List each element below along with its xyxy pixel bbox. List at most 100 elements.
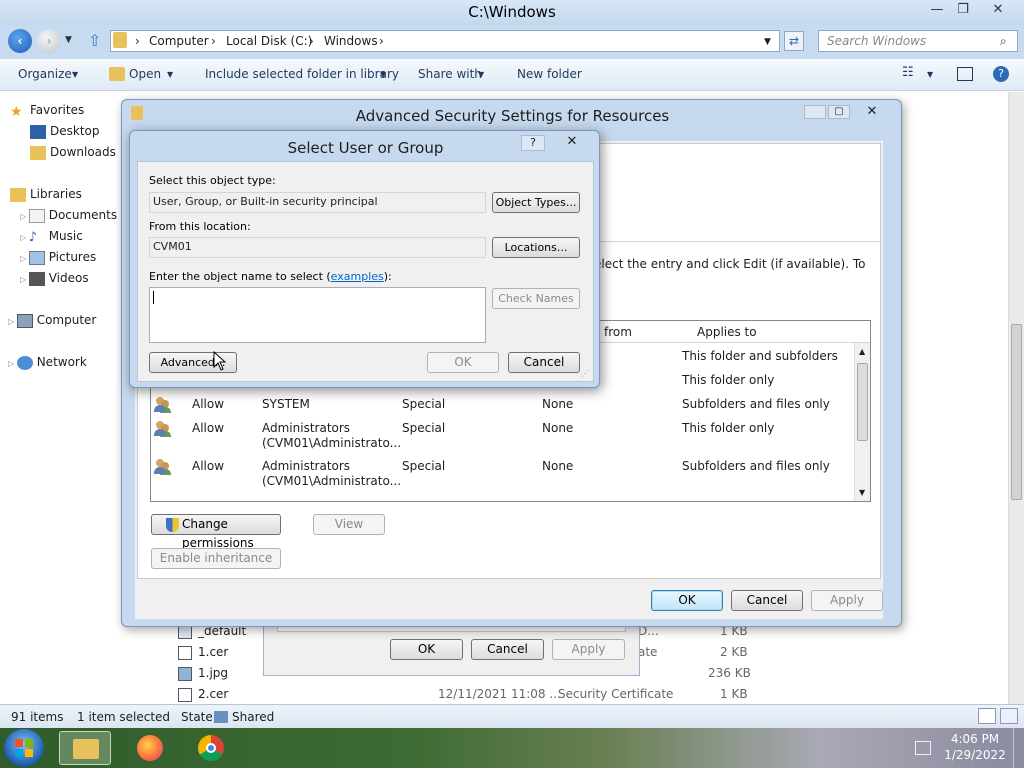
network-tray-icon[interactable] (915, 741, 931, 755)
maximize-button[interactable]: ▢ (828, 105, 850, 119)
minimize-button[interactable] (804, 105, 826, 119)
nav-favorites[interactable]: ★ Favorites (10, 103, 84, 120)
taskbar-chrome[interactable] (186, 731, 238, 765)
nav-desktop[interactable]: Desktop (30, 124, 100, 139)
start-button[interactable] (4, 729, 44, 767)
state-value: Shared (232, 710, 275, 724)
object-name-input[interactable] (149, 287, 486, 343)
details-view-icon[interactable] (978, 708, 996, 724)
vertical-scrollbar[interactable] (1008, 92, 1024, 704)
close-button[interactable]: ✕ (985, 1, 1011, 19)
close-button[interactable]: ✕ (558, 133, 586, 151)
address-bar[interactable]: › Computer › Local Disk (C:) › Windows ›… (110, 30, 780, 52)
expand-arrow-icon[interactable]: ▷ (20, 233, 29, 242)
breadcrumb-computer[interactable]: Computer (149, 31, 209, 51)
shared-users-icon (214, 711, 228, 723)
address-dropdown-icon[interactable]: ▼ (764, 32, 771, 52)
users-icon (154, 459, 172, 475)
search-input[interactable]: Search Windows (818, 30, 1018, 52)
apply-button[interactable]: Apply (811, 590, 883, 611)
location-label: From this location: (149, 220, 251, 233)
nav-libraries-label: Libraries (30, 187, 82, 201)
chevron-down-icon[interactable]: ▼ (927, 70, 933, 79)
nav-documents[interactable]: ▷ Documents (20, 208, 117, 223)
ok-button[interactable]: OK (651, 590, 723, 611)
cancel-button[interactable]: Cancel (731, 590, 803, 611)
include-in-library-menu[interactable]: Include selected folder in library (205, 67, 399, 81)
close-button[interactable]: ✕ (858, 103, 886, 121)
nav-pictures[interactable]: ▷ Pictures (20, 250, 96, 265)
column-header-inherited[interactable]: from (604, 325, 632, 339)
text-cursor (153, 291, 154, 304)
scroll-down-icon[interactable]: ▼ (859, 488, 865, 497)
breadcrumb-windows[interactable]: Windows (324, 31, 378, 51)
view-options-icon[interactable]: ☷ (902, 65, 914, 80)
open-menu[interactable]: Open (129, 67, 161, 81)
tiles-view-icon[interactable] (1000, 708, 1018, 724)
object-types-button[interactable]: Object Types... (492, 192, 580, 213)
show-desktop-button[interactable] (1013, 728, 1024, 768)
nav-computer[interactable]: ▷ Computer (8, 313, 96, 328)
enable-inheritance-button[interactable]: Enable inheritance (151, 548, 281, 569)
help-button[interactable]: ? (521, 135, 545, 151)
search-icon[interactable]: ⌕ (1000, 34, 1007, 49)
nav-libraries[interactable]: Libraries (10, 187, 82, 202)
table-row[interactable]: Allow Administrators (CVM01\Administrato… (151, 421, 856, 459)
mouse-cursor-icon (213, 351, 227, 371)
navigation-pane: ★ Favorites Desktop Downloads Libraries ▷… (0, 92, 125, 704)
scrollbar-thumb[interactable] (857, 363, 868, 441)
up-arrow-icon[interactable]: ⇧ (88, 31, 101, 50)
expand-arrow-icon[interactable]: ▷ (8, 317, 17, 326)
scrollbar-thumb[interactable] (1011, 324, 1022, 500)
inherited-cell: None (542, 459, 574, 473)
pictures-icon (28, 250, 45, 265)
breadcrumb-local-disk[interactable]: Local Disk (C:) (226, 31, 312, 51)
new-folder-button[interactable]: New folder (517, 67, 582, 81)
object-name-label-text: Enter the object name to select ( (149, 270, 331, 283)
locations-button[interactable]: Locations... (492, 237, 580, 258)
taskbar-explorer[interactable] (59, 731, 111, 765)
back-button[interactable]: ‹ (8, 29, 32, 53)
help-icon[interactable]: ? (993, 66, 1009, 82)
table-row[interactable]: Allow Administrators (CVM01\Administrato… (151, 459, 856, 497)
properties-ok-button[interactable]: OK (390, 639, 463, 660)
forward-button[interactable]: › (37, 29, 61, 53)
expand-arrow-icon[interactable]: ▷ (20, 254, 29, 263)
properties-cancel-button[interactable]: Cancel (471, 639, 544, 660)
scroll-up-icon[interactable]: ▲ (859, 347, 865, 356)
nav-network[interactable]: ▷ Network (8, 355, 87, 370)
principal-cell: Administrators (262, 459, 351, 473)
nav-music[interactable]: ▷ ♪ Music (20, 229, 83, 245)
preview-pane-icon[interactable] (957, 67, 973, 81)
minimize-button[interactable]: — (924, 1, 950, 19)
examples-link[interactable]: examples (331, 270, 384, 283)
cancel-button[interactable]: Cancel (508, 352, 580, 373)
open-folder-icon (109, 67, 125, 81)
expand-arrow-icon[interactable]: ▷ (8, 359, 17, 368)
expand-arrow-icon[interactable]: ▷ (20, 212, 29, 221)
chevron-down-icon: ▼ (478, 70, 485, 79)
table-scrollbar[interactable]: ▲ ▼ (854, 343, 870, 501)
check-names-button[interactable]: Check Names (492, 288, 580, 309)
refresh-icon[interactable]: ⇄ (784, 31, 804, 51)
organize-menu[interactable]: Organize (18, 67, 72, 81)
maximize-button[interactable]: ❐ (950, 1, 976, 19)
nav-downloads[interactable]: Downloads (30, 145, 116, 160)
properties-apply-button[interactable]: Apply (552, 639, 625, 660)
change-permissions-button[interactable]: Change permissions (151, 514, 281, 550)
taskbar-firefox[interactable] (126, 731, 178, 765)
share-with-menu[interactable]: Share with (418, 67, 482, 81)
expand-arrow-icon[interactable]: ▷ (20, 275, 29, 284)
nav-videos[interactable]: ▷ Videos (20, 271, 89, 286)
table-row[interactable]: Allow SYSTEM Special None Subfolders and… (151, 397, 856, 421)
resize-grip-icon[interactable]: ⋰ (581, 369, 589, 378)
ok-button[interactable]: OK (427, 352, 499, 373)
file-size: 1 KB (720, 687, 748, 701)
recent-pages-dropdown-icon[interactable]: ▼ (65, 35, 72, 45)
column-header-applies-to[interactable]: Applies to (697, 325, 757, 339)
certificate-icon (178, 646, 192, 660)
view-button[interactable]: View (313, 514, 385, 535)
videos-icon (28, 271, 45, 286)
clock[interactable]: 4:06 PM 1/29/2022 (940, 731, 1010, 763)
breadcrumb-sep-icon: › (211, 34, 216, 48)
